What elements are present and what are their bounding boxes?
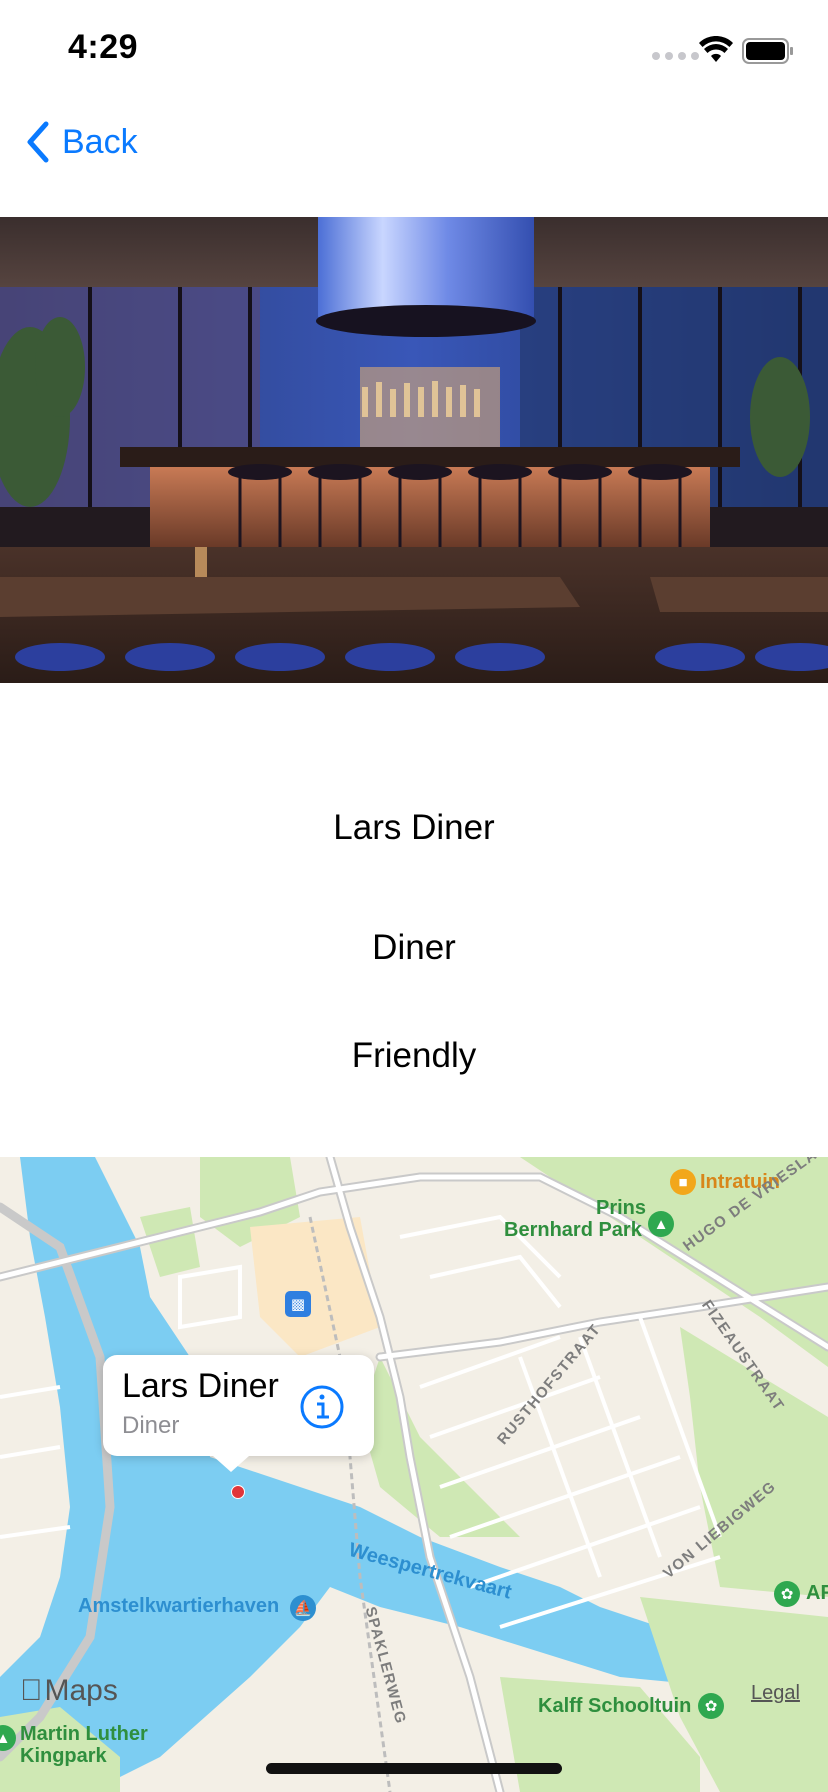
status-bar: 4:29 xyxy=(0,0,828,96)
callout-title: Lars Diner xyxy=(122,1367,279,1405)
info-icon[interactable] xyxy=(299,1384,345,1430)
map-annotation-callout[interactable]: Lars Diner Diner xyxy=(103,1355,374,1472)
shopping-bag-icon[interactable]: ■ xyxy=(670,1169,696,1195)
park-tree-icon[interactable]: ▲ xyxy=(648,1211,674,1237)
park-icon[interactable]: ✿ xyxy=(774,1581,800,1607)
back-button[interactable]: Back xyxy=(24,118,138,166)
map-label-kalff-schooltuin: Kalff Schooltuin xyxy=(538,1695,692,1717)
legal-link[interactable]: Legal xyxy=(751,1682,800,1705)
wifi-icon xyxy=(699,36,733,62)
home-indicator xyxy=(266,1763,562,1774)
harbor-icon[interactable]: ⛵ xyxy=(290,1595,316,1621)
apple-maps-logo:  Maps xyxy=(20,1674,118,1708)
garden-flower-icon[interactable]: ✿ xyxy=(698,1693,724,1719)
map-label-martin-luther: Martin Luther xyxy=(20,1723,148,1745)
map-label-bernhard-park: Bernhard Park xyxy=(504,1219,642,1241)
train-station-icon[interactable]: ▩ xyxy=(285,1291,311,1317)
battery-icon xyxy=(742,38,793,64)
maps-attribution-label: Maps xyxy=(22,1674,118,1707)
map-label-kingpark: Kingpark xyxy=(20,1745,107,1767)
map-label-amstelkwartierhaven: Amstelkwartierhaven xyxy=(78,1595,280,1617)
status-time: 4:29 xyxy=(68,28,139,66)
restaurant-type: Diner xyxy=(372,928,456,967)
map-view[interactable]: ■ ▲ ▩ ⛵ ✿ ✿ ▲ Intratuin Prins Bernhard P… xyxy=(0,1157,828,1792)
restaurant-characteristic: Friendly xyxy=(351,1036,477,1075)
apple-logo-icon:  xyxy=(20,1674,43,1708)
restaurant-name: Lars Diner xyxy=(333,808,495,847)
chevron-left-icon xyxy=(27,121,49,163)
cellular-signal-icon xyxy=(652,52,699,60)
map-pin[interactable] xyxy=(231,1485,245,1499)
map-label-prins: Prins xyxy=(596,1197,647,1219)
restaurant-photo xyxy=(0,217,828,683)
callout-subtitle: Diner xyxy=(122,1412,180,1439)
map-label-af-partial: AF xyxy=(806,1582,828,1604)
back-button-label: Back xyxy=(62,122,138,161)
